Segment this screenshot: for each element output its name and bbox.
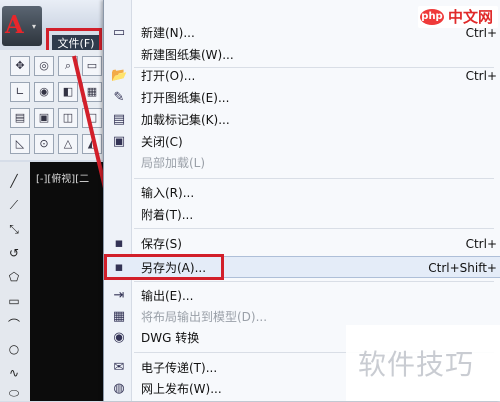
- menu-item-label: 加载标记集(K)...: [141, 113, 230, 127]
- cone-icon[interactable]: △: [58, 134, 78, 154]
- menu-item-open[interactable]: 📂 打开(O)... Ctrl+: [104, 65, 500, 87]
- menu-separator: [134, 178, 494, 179]
- cylinder-icon[interactable]: ⊙: [34, 134, 54, 154]
- menu-item-label: 局部加载(L): [141, 156, 206, 170]
- save-icon: ▪: [114, 236, 124, 251]
- region-icon[interactable]: ◧: [58, 82, 78, 102]
- new-file-icon: ▭: [112, 25, 126, 40]
- cube-icon[interactable]: ▣: [34, 108, 54, 128]
- circle-icon[interactable]: ○: [5, 340, 23, 358]
- menu-item-label: 附着(T)...: [141, 208, 194, 222]
- layout-export-icon: ▦: [112, 309, 126, 324]
- markup-icon: ▤: [112, 112, 126, 127]
- chevron-down-icon: ▾: [32, 22, 37, 31]
- menu-item-label: 关闭(C): [141, 135, 183, 149]
- polygon-icon[interactable]: ⬠: [5, 268, 23, 286]
- menu-item-shortcut: Ctrl+Shift+: [428, 261, 497, 275]
- toolbar-panel: ✥ ◎ ⌕ ▭ ∟ ◉ ◧ ▦ ▤ ▣ ◫ □ ◺ ⊙ △ ◭: [0, 50, 108, 160]
- web-publish-icon: ◍: [113, 381, 125, 396]
- line-icon[interactable]: ╱: [5, 172, 23, 190]
- solid-icon[interactable]: ◫: [58, 108, 78, 128]
- wedge-icon[interactable]: ◺: [10, 134, 30, 154]
- draw-toolbar: ╱ ⟋ ⤡ ↺ ⬠ ▭ ⌒ ○ ∿ ⬭: [0, 162, 30, 401]
- menu-item-import[interactable]: 输入(R)...: [104, 182, 500, 204]
- box-icon[interactable]: ▤: [10, 108, 30, 128]
- tips-watermark: 软件技巧: [346, 325, 500, 401]
- close-file-icon: ▣: [112, 134, 126, 149]
- menu-item-partial-load[interactable]: 局部加载(L): [104, 152, 500, 174]
- php-watermark-text: 中文网: [448, 8, 494, 26]
- open-folder-icon: 📂: [111, 68, 128, 83]
- application-menu-button[interactable]: A ▾: [2, 6, 42, 46]
- php-watermark: php 中文网: [418, 6, 498, 28]
- rectangle-icon[interactable]: ▭: [5, 292, 23, 310]
- toolbar-row: ✥ ◎ ⌕ ▭: [2, 56, 106, 80]
- menu-separator: [134, 228, 494, 229]
- arc-icon[interactable]: ↺: [5, 244, 23, 262]
- toolbar-row: ◺ ⊙ △ ◭: [2, 134, 106, 158]
- construction-line-icon[interactable]: ⤡: [5, 220, 23, 238]
- magnify-icon[interactable]: ⌕: [58, 56, 78, 76]
- etransmit-icon: ✉: [113, 360, 125, 375]
- menu-item-new-sheet-set[interactable]: 新建图纸集(W)...: [104, 44, 500, 66]
- menu-item-label: 电子传递(T)...: [141, 361, 218, 375]
- menu-item-open-sheet-set[interactable]: ✎ 打开图纸集(E)...: [104, 87, 500, 109]
- menu-item-label: 新建(N)...: [141, 26, 195, 40]
- menu-item-load-markup-set[interactable]: ▤ 加载标记集(K)...: [104, 109, 500, 131]
- menu-separator: [134, 281, 494, 282]
- menu-item-label: 打开(O)...: [141, 69, 196, 83]
- export-icon: ⇥: [113, 288, 125, 303]
- spline-icon[interactable]: ∿: [5, 364, 23, 382]
- toolbar-row: ▤ ▣ ◫ □: [2, 108, 106, 132]
- polyline-icon[interactable]: ⟋: [5, 196, 23, 214]
- square-icon[interactable]: □: [82, 108, 102, 128]
- menu-item-export[interactable]: ⇥ 输出(E)...: [104, 285, 500, 307]
- grid-icon[interactable]: ▦: [82, 82, 102, 102]
- sheet-set-icon: ✎: [113, 90, 125, 105]
- sphere-icon[interactable]: ◎: [34, 56, 54, 76]
- dwg-convert-icon: ◉: [113, 330, 125, 345]
- orbit-icon[interactable]: ✥: [10, 56, 30, 76]
- window-icon[interactable]: ▭: [82, 56, 102, 76]
- drawing-viewport[interactable]: [-][俯视][二: [30, 162, 108, 401]
- circle-tool-icon[interactable]: ◉: [34, 82, 54, 102]
- php-logo-icon: php: [420, 9, 444, 25]
- viewport-label[interactable]: [-][俯视][二: [36, 170, 89, 185]
- angle-icon[interactable]: ∟: [10, 82, 30, 102]
- tips-watermark-text: 软件技巧: [358, 348, 475, 381]
- toolbar-row: ∟ ◉ ◧ ▦: [2, 82, 106, 106]
- menu-item-attach[interactable]: 附着(T)...: [104, 204, 500, 226]
- menu-item-label: 将布局输出到模型(D)...: [141, 310, 268, 324]
- menu-item-shortcut: Ctrl+: [465, 69, 497, 83]
- pyramid-icon[interactable]: ◭: [82, 134, 102, 154]
- menu-item-label: DWG 转换: [141, 331, 200, 345]
- menu-item-save[interactable]: ▪ 保存(S) Ctrl+: [104, 233, 500, 255]
- menu-item-label: 新建图纸集(W)...: [141, 48, 234, 62]
- curve-icon[interactable]: ⌒: [5, 316, 23, 334]
- menu-item-label: 输出(E)...: [141, 289, 194, 303]
- ellipse-icon[interactable]: ⬭: [5, 384, 23, 402]
- menu-item-shortcut: Ctrl+: [465, 237, 497, 251]
- menu-item-label: 打开图纸集(E)...: [141, 91, 230, 105]
- menu-item-label: 保存(S): [141, 237, 182, 251]
- menu-item-close[interactable]: ▣ 关闭(C): [104, 131, 500, 153]
- save-as-highlight-box: [104, 254, 224, 280]
- autocad-logo-icon: A: [5, 10, 24, 39]
- menu-item-label: 输入(R)...: [141, 186, 195, 200]
- menu-item-label: 网上发布(W)...: [141, 382, 222, 396]
